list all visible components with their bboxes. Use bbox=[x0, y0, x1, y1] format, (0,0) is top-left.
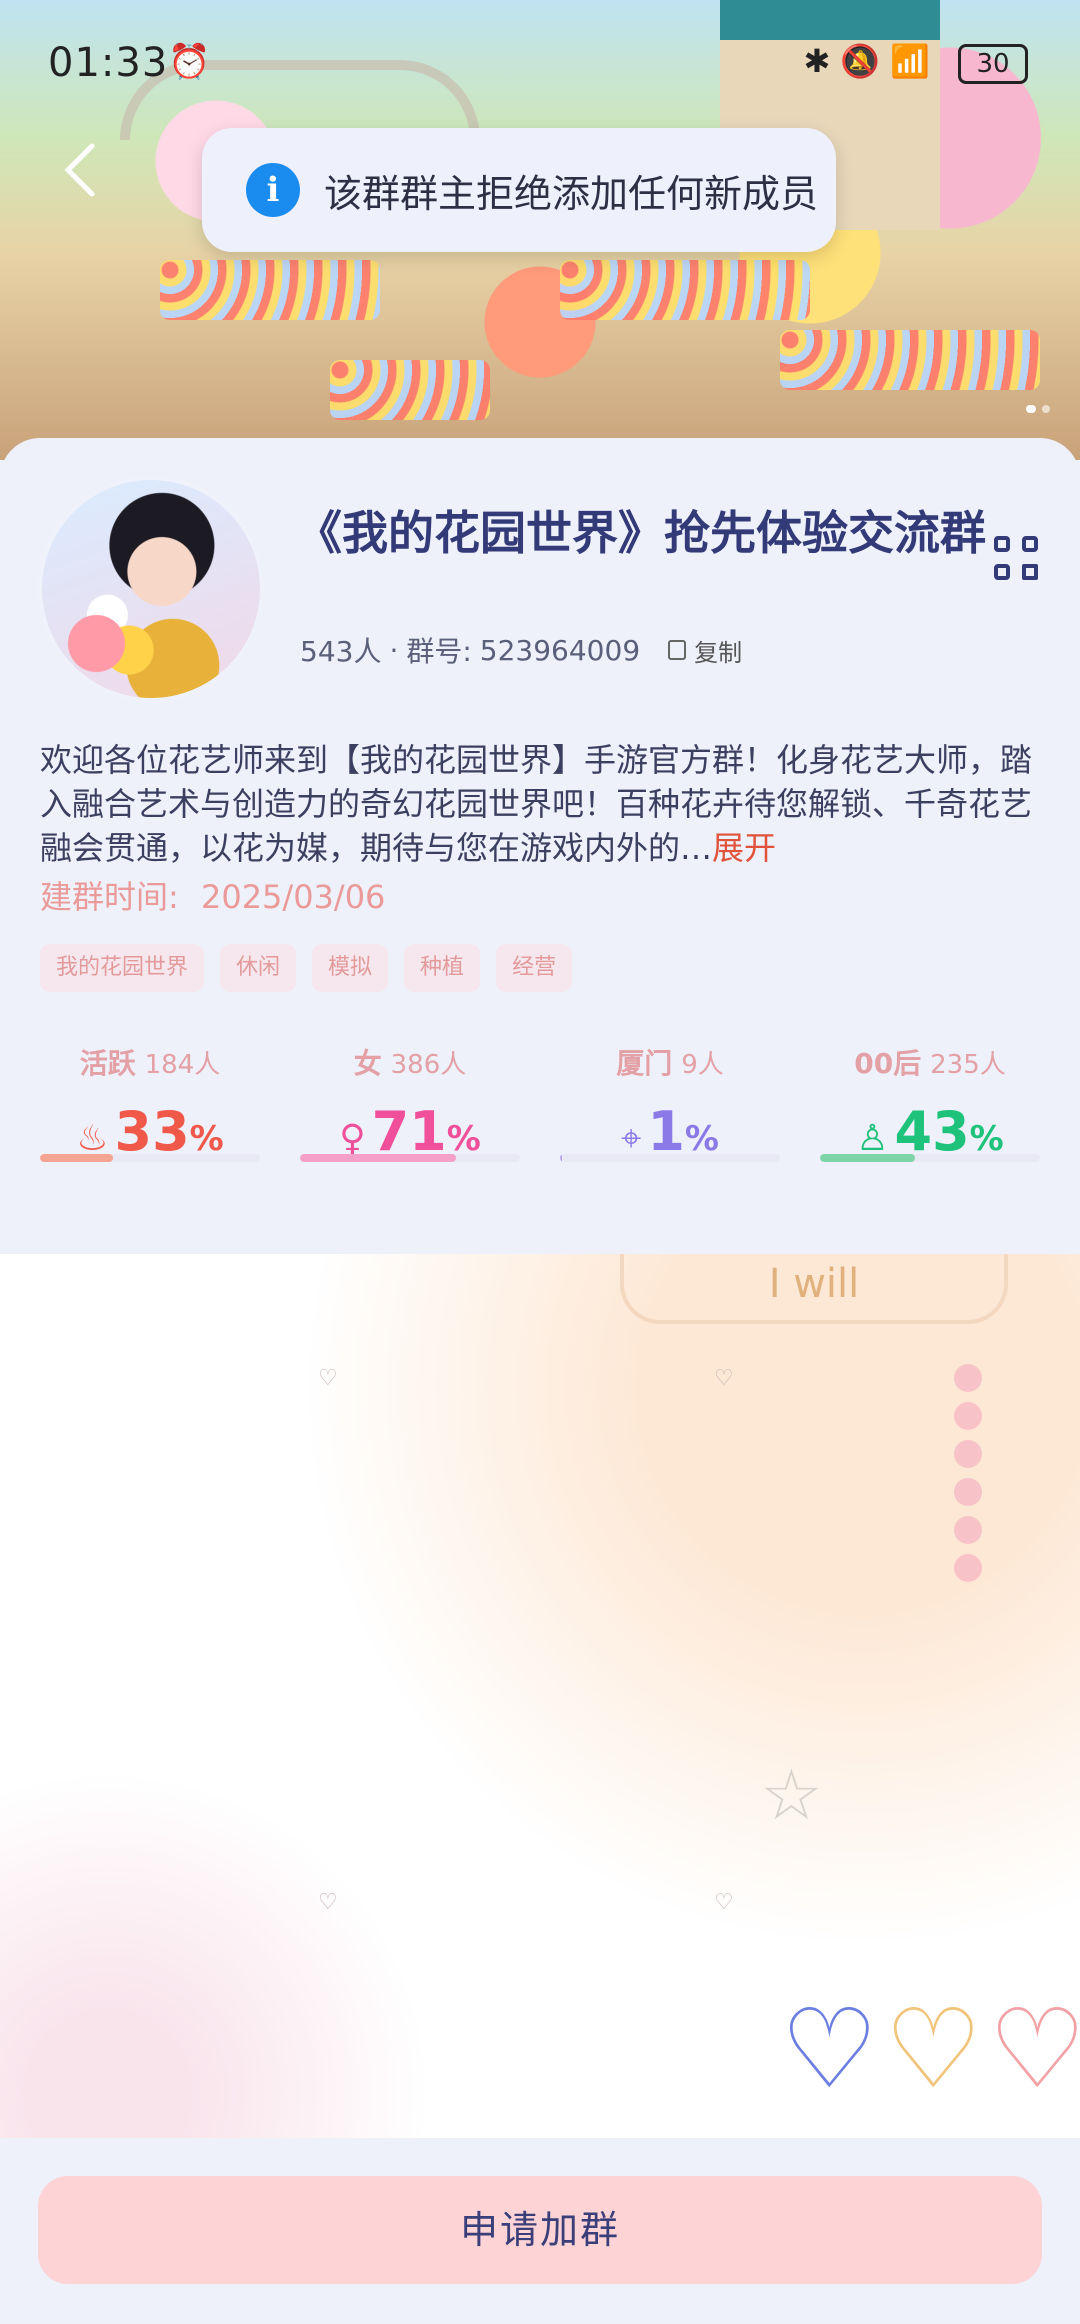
toast-notification: i 该群群主拒绝添加任何新成员 bbox=[202, 128, 836, 252]
created-label: 建群时间: bbox=[40, 878, 179, 916]
description-text: 欢迎各位花艺师来到【我的花园世界】手游官方群！化身花艺大师，踏入融合艺术与创造力… bbox=[40, 741, 1033, 867]
progress-bar bbox=[40, 1154, 260, 1162]
heart-icon: ♡ bbox=[988, 1985, 1080, 2113]
female-icon: ♀ bbox=[339, 1118, 366, 1159]
created-date: 建群时间: 2025/03/06 bbox=[40, 872, 385, 918]
tag[interactable]: 休闲 bbox=[220, 944, 297, 992]
stat-count: 9人 bbox=[681, 1050, 724, 1080]
toast-message: 该群群主拒绝添加任何新成员 bbox=[324, 171, 819, 216]
stat-active: 活跃 184人 ♨ 33% bbox=[20, 1042, 280, 1163]
pagination-dot bbox=[1026, 405, 1036, 413]
dot-column bbox=[954, 1364, 982, 1592]
status-time: 01:33 bbox=[48, 40, 169, 86]
tag[interactable]: 模拟 bbox=[312, 944, 389, 992]
star-icon: ☆ bbox=[760, 1754, 823, 1836]
chevron-left-icon bbox=[64, 143, 95, 197]
footer-bar: 申请加群 bbox=[0, 2138, 1080, 2324]
flowerbed-illustration bbox=[560, 260, 810, 320]
stat-count: 386人 bbox=[390, 1050, 467, 1080]
stat-label: 活跃 bbox=[79, 1047, 136, 1080]
status-icons: ✱🔕📶 bbox=[803, 42, 940, 80]
qr-code-icon[interactable] bbox=[994, 536, 1038, 580]
stat-female: 女 386人 ♀ 71% bbox=[280, 1042, 540, 1163]
speech-bubble: I will bbox=[620, 1254, 1008, 1324]
progress-fill bbox=[300, 1154, 457, 1162]
progress-fill bbox=[820, 1154, 915, 1162]
back-button[interactable] bbox=[60, 140, 100, 200]
progress-fill bbox=[40, 1154, 113, 1162]
heart-icon: ♡ bbox=[318, 1366, 338, 1391]
tag[interactable]: 经营 bbox=[496, 944, 573, 992]
flowerbed-illustration bbox=[330, 360, 490, 420]
heart-icon: ♡ bbox=[318, 1890, 338, 1915]
member-count: 543人 bbox=[300, 635, 382, 668]
group-id-label: 群号: bbox=[406, 635, 472, 668]
progress-bar bbox=[300, 1154, 520, 1162]
stat-label: 厦门 bbox=[616, 1047, 673, 1080]
flowerbed-illustration bbox=[160, 260, 380, 320]
progress-fill bbox=[560, 1154, 563, 1162]
copy-button[interactable]: 复制 bbox=[668, 633, 742, 668]
info-icon: i bbox=[246, 163, 300, 217]
group-avatar[interactable] bbox=[38, 476, 264, 702]
meta-separator: · bbox=[389, 633, 399, 667]
fire-icon: ♨ bbox=[76, 1118, 109, 1159]
heart-icon: ♡ bbox=[780, 1985, 879, 2113]
group-info-card: 《我的花园世界》抢先体验交流群 543人 · 群号: 523964009 复制 … bbox=[0, 438, 1080, 1254]
tag-list: 我的花园世界 休闲 模拟 种植 经营 bbox=[40, 944, 588, 992]
progress-bar bbox=[820, 1154, 1040, 1162]
stat-unit: % bbox=[446, 1119, 481, 1159]
created-value: 2025/03/06 bbox=[200, 878, 386, 916]
status-bar: 01:33 ⏰ ✱🔕📶 30 bbox=[0, 0, 1080, 120]
stat-location: 厦门 9人 ⌖ 1% bbox=[540, 1042, 800, 1163]
location-icon: ⌖ bbox=[621, 1118, 642, 1159]
heart-icon: ♡ bbox=[714, 1890, 734, 1915]
tag[interactable]: 种植 bbox=[404, 944, 481, 992]
stat-label: 女 bbox=[353, 1047, 382, 1080]
stat-label: 00后 bbox=[854, 1047, 922, 1080]
stat-count: 184人 bbox=[144, 1050, 221, 1080]
heart-icon: ♡ bbox=[884, 1985, 983, 2113]
group-id: 523964009 bbox=[479, 633, 641, 667]
person-icon: ♙ bbox=[856, 1118, 889, 1159]
heart-icon: ♡ bbox=[714, 1366, 734, 1391]
stat-unit: % bbox=[684, 1119, 719, 1159]
alarm-icon: ⏰ bbox=[168, 42, 211, 82]
banner-pagination bbox=[1020, 398, 1050, 417]
stat-age: 00后 235人 ♙ 43% bbox=[800, 1042, 1060, 1163]
progress-bar bbox=[560, 1154, 780, 1162]
member-stats: 活跃 184人 ♨ 33% 女 386人 ♀ 71% 厦门 9人 ⌖ 1% 00后 2… bbox=[0, 1042, 1080, 1182]
copy-icon bbox=[668, 640, 687, 660]
group-title: 《我的花园世界》抢先体验交流群 bbox=[296, 506, 986, 560]
expand-link[interactable]: 展开 bbox=[712, 829, 776, 867]
tag[interactable]: 我的花园世界 bbox=[40, 944, 205, 992]
copy-label: 复制 bbox=[694, 638, 743, 667]
stat-unit: % bbox=[969, 1119, 1004, 1159]
join-group-button[interactable]: 申请加群 bbox=[38, 2176, 1042, 2284]
stat-count: 235人 bbox=[930, 1050, 1006, 1080]
stat-unit: % bbox=[189, 1119, 224, 1159]
group-description: 欢迎各位花艺师来到【我的花园世界】手游官方群！化身花艺大师，踏入融合艺术与创造力… bbox=[40, 738, 1040, 870]
group-meta: 543人 · 群号: 523964009 复制 bbox=[300, 630, 742, 670]
battery-indicator: 30 bbox=[958, 44, 1028, 84]
flowerbed-illustration bbox=[780, 330, 1040, 390]
decorative-background: I will ♡ ♡ ♡ ♡ ☆ ♡ ♡ ♡ bbox=[0, 1254, 1080, 2138]
pagination-dot bbox=[1042, 405, 1050, 413]
